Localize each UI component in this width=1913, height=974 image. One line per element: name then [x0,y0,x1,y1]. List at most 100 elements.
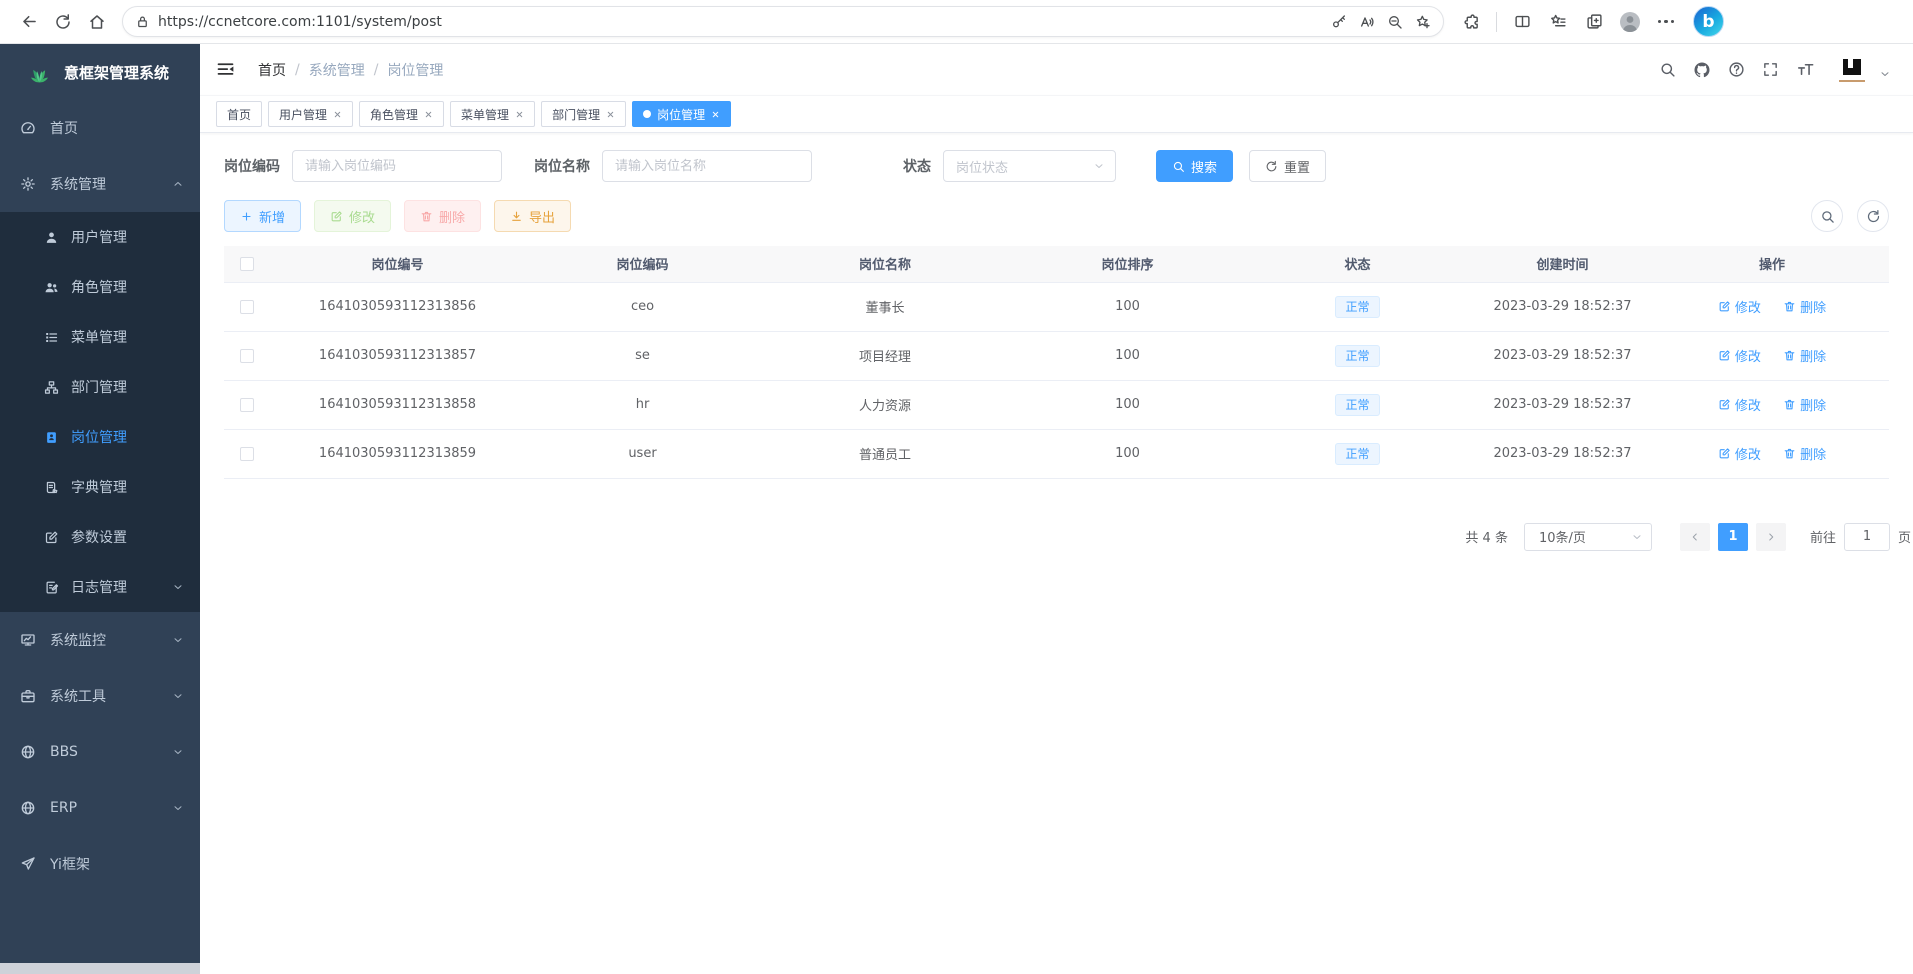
sidebar-item-tools[interactable]: 系统工具 [0,668,200,724]
more-menu-button[interactable] [1649,5,1683,39]
tab-post-management[interactable]: 岗位管理 [632,101,731,127]
tab-user-management[interactable]: 用户管理 [268,101,353,127]
table-row[interactable]: 1641030593112313859 user 普通员工 100 正常 202… [224,429,1889,478]
delete-button[interactable]: 删除 [404,200,481,232]
split-screen-button[interactable] [1505,5,1539,39]
sidebar-item-home[interactable]: 首页 [0,100,200,156]
sidebar-item-users[interactable]: 用户管理 [0,212,200,262]
next-page-button[interactable] [1756,523,1786,551]
table-row[interactable]: 1641030593112313858 hr 人力资源 100 正常 2023-… [224,380,1889,429]
breadcrumb-home[interactable]: 首页 [258,60,286,80]
add-button[interactable]: 新增 [224,200,301,232]
sidebar-item-menus[interactable]: 菜单管理 [0,312,200,362]
browser-toolbar: https://ccnetcore.com:1101/system/post b [0,0,1913,44]
row-delete-link[interactable]: 删除 [1783,297,1826,316]
github-icon[interactable] [1693,61,1711,79]
url-text[interactable]: https://ccnetcore.com:1101/system/post [158,14,1325,30]
prev-page-button[interactable] [1680,523,1710,551]
favorites-button[interactable] [1541,5,1575,39]
tab-role-management[interactable]: 角色管理 [359,101,444,127]
collections-button[interactable] [1577,5,1611,39]
reset-button[interactable]: 重置 [1249,150,1326,182]
row-checkbox[interactable] [240,398,254,412]
row-edit-link[interactable]: 修改 [1718,346,1761,365]
row-delete-link[interactable]: 删除 [1783,395,1826,414]
post-table: 岗位编号 岗位编码 岗位名称 岗位排序 状态 创建时间 操作 164103059… [224,246,1889,479]
zoom-out-button[interactable] [1381,8,1409,36]
bing-chat-button[interactable]: b [1693,6,1724,37]
sidebar-item-posts[interactable]: 岗位管理 [0,412,200,462]
globe-icon [20,744,36,760]
row-edit-link[interactable]: 修改 [1718,444,1761,463]
row-edit-link[interactable]: 修改 [1718,297,1761,316]
sidebar-item-system[interactable]: 系统管理 [0,156,200,212]
app-title: 意框架管理系统 [64,62,169,83]
post-name-input[interactable] [602,150,812,182]
help-icon[interactable] [1728,61,1745,78]
refresh-table-button[interactable] [1857,200,1889,232]
favorite-star-button[interactable] [1409,8,1437,36]
row-edit-link[interactable]: 修改 [1718,395,1761,414]
row-delete-link[interactable]: 删除 [1783,444,1826,463]
refresh-button[interactable] [46,5,80,39]
sidebar-item-erp[interactable]: ERP [0,780,200,836]
close-icon[interactable] [515,110,524,119]
fullscreen-icon[interactable] [1762,61,1779,78]
goto-page-input[interactable] [1844,523,1890,551]
table-row[interactable]: 1641030593112313857 se 项目经理 100 正常 2023-… [224,331,1889,380]
close-icon[interactable] [424,110,433,119]
horizontal-scrollbar[interactable] [0,963,200,974]
row-delete-link[interactable]: 删除 [1783,346,1826,365]
export-button[interactable]: 导出 [494,200,571,232]
bing-icon: b [1702,12,1714,32]
sidebar-item-parameters[interactable]: 参数设置 [0,512,200,562]
select-all-checkbox[interactable] [240,257,254,271]
sidebar-item-roles[interactable]: 角色管理 [0,262,200,312]
close-icon[interactable] [606,110,615,119]
address-bar[interactable]: https://ccnetcore.com:1101/system/post [122,6,1444,37]
app-logo: 意框架管理系统 [0,44,200,100]
row-checkbox[interactable] [240,300,254,314]
close-icon[interactable] [711,110,720,119]
row-checkbox[interactable] [240,447,254,461]
status-select[interactable]: 岗位状态 [943,150,1116,182]
tab-department-management[interactable]: 部门管理 [541,101,626,127]
pagination-total: 共 4 条 [1465,527,1508,546]
back-button[interactable] [12,5,46,39]
user-menu-caret-icon[interactable] [1879,68,1891,80]
post-code-input[interactable] [292,150,502,182]
tab-home[interactable]: 首页 [216,101,262,127]
lock-icon[interactable] [135,14,150,29]
profile-button[interactable] [1613,5,1647,39]
cell-post-id: 1641030593112313856 [270,282,525,331]
password-key-button[interactable] [1325,8,1353,36]
goto-label: 前往 [1810,527,1836,546]
row-checkbox[interactable] [240,349,254,363]
sidebar-toggle-button[interactable] [215,59,236,80]
sidebar-item-departments[interactable]: 部门管理 [0,362,200,412]
extensions-button[interactable] [1454,5,1488,39]
plus-icon [240,210,253,223]
chevron-down-icon [172,690,184,702]
font-size-icon[interactable] [1796,60,1815,79]
column-header-post-sort: 岗位排序 [1010,246,1245,282]
search-button[interactable]: 搜索 [1156,150,1233,182]
show-search-button[interactable] [1811,200,1843,232]
close-icon[interactable] [333,110,342,119]
home-button[interactable] [80,5,114,39]
tab-menu-management[interactable]: 菜单管理 [450,101,535,127]
sidebar-item-monitoring[interactable]: 系统监控 [0,612,200,668]
sidebar-item-yi-framework[interactable]: Yi框架 [0,836,200,892]
search-icon[interactable] [1659,61,1676,78]
chevron-down-icon [1093,160,1105,172]
sidebar-item-bbs[interactable]: BBS [0,724,200,780]
sidebar-item-dictionary[interactable]: 字典管理 [0,462,200,512]
edit-button[interactable]: 修改 [314,200,391,232]
page-number-button[interactable]: 1 [1718,523,1748,551]
table-row[interactable]: 1641030593112313856 ceo 董事长 100 正常 2023-… [224,282,1889,331]
column-header-post-code: 岗位编码 [525,246,760,282]
page-size-select[interactable]: 10条/页 [1524,523,1652,551]
read-aloud-button[interactable] [1353,8,1381,36]
sidebar-item-logs[interactable]: 日志管理 [0,562,200,612]
user-avatar[interactable] [1836,55,1868,85]
